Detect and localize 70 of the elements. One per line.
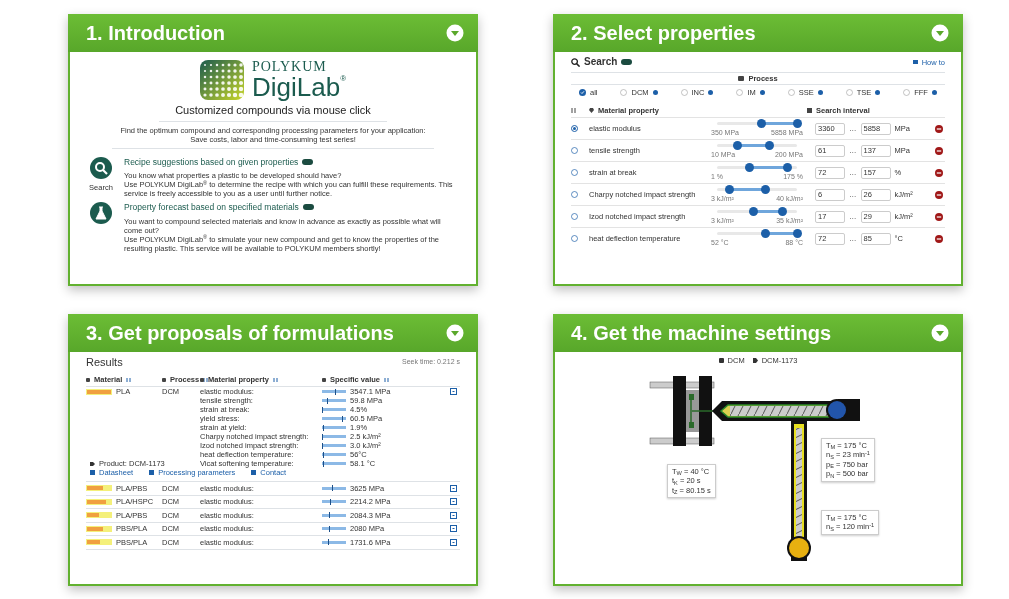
search-icon[interactable] — [90, 157, 112, 180]
expand-icon[interactable] — [450, 538, 457, 546]
slider-thumb[interactable] — [764, 141, 774, 151]
remove-icon[interactable] — [935, 234, 943, 243]
slider-thumb[interactable] — [748, 207, 758, 217]
expand-icon[interactable] — [450, 388, 457, 396]
slider-thumb[interactable] — [792, 119, 802, 129]
tagline: Customized compounds via mouse click — [159, 104, 387, 123]
slider-thumb[interactable] — [724, 185, 734, 195]
sort-icon[interactable] — [203, 377, 210, 382]
info-icon — [931, 90, 937, 95]
results-heading: Results — [86, 356, 123, 370]
radio-button[interactable] — [571, 169, 578, 176]
info-icon — [875, 90, 881, 95]
brand-name: POLYKUM — [251, 60, 328, 74]
info-icon — [708, 90, 714, 95]
radio-button[interactable] — [571, 191, 578, 198]
remove-icon[interactable] — [935, 146, 943, 155]
search-heading: Search — [584, 56, 618, 68]
tag-pill — [621, 59, 633, 65]
tag-icon — [752, 358, 758, 363]
checkbox[interactable] — [903, 89, 911, 96]
chevron-down-icon[interactable] — [931, 324, 949, 342]
info-icon — [652, 90, 658, 95]
slider-thumb[interactable] — [792, 229, 802, 239]
feature-title: Property forecast based on specified materials — [124, 202, 299, 213]
panel-title: 4. Get the machine settings — [571, 321, 832, 346]
product-name: DigiLab — [251, 74, 341, 100]
panel-title: 1. Introduction — [86, 21, 225, 46]
flask-icon[interactable] — [90, 202, 112, 225]
tag-pill — [302, 159, 314, 166]
slider-thumb[interactable] — [778, 207, 788, 217]
checkbox[interactable] — [787, 89, 795, 96]
slider-thumb[interactable] — [732, 141, 742, 151]
checkbox[interactable] — [680, 89, 688, 96]
slider-thumb[interactable] — [782, 163, 792, 173]
info-icon — [817, 90, 823, 95]
feature-title: Recipe suggestions based on given properties — [124, 157, 299, 168]
sort-icon — [571, 108, 577, 113]
expand-icon[interactable] — [450, 498, 457, 506]
tag-icon — [90, 461, 95, 466]
panel-title: 3. Get proposals of formulations — [86, 321, 394, 346]
tag-pill — [302, 204, 314, 211]
expand-icon[interactable] — [450, 511, 457, 519]
expand-icon[interactable] — [450, 484, 457, 492]
checkbox[interactable] — [736, 89, 744, 96]
slider-thumb[interactable] — [760, 229, 770, 239]
slider-thumb[interactable] — [756, 119, 766, 129]
remove-icon[interactable] — [935, 212, 943, 221]
checkbox[interactable] — [579, 89, 586, 96]
chevron-down-icon[interactable] — [446, 24, 464, 42]
logo-drawing — [199, 60, 244, 100]
expand-icon[interactable] — [450, 525, 457, 533]
search-icon — [571, 57, 580, 67]
chevron-down-icon[interactable] — [931, 24, 949, 42]
info-icon — [759, 90, 765, 95]
remove-icon[interactable] — [935, 190, 943, 199]
radio-button[interactable] — [571, 235, 578, 242]
slider-thumb[interactable] — [744, 163, 754, 173]
slider-thumb[interactable] — [760, 185, 770, 195]
checkbox[interactable] — [620, 89, 628, 96]
panel-title: 2. Select properties — [571, 21, 756, 46]
checkbox[interactable] — [845, 89, 853, 96]
registered-mark: ® — [340, 74, 347, 83]
chevron-down-icon[interactable] — [446, 324, 464, 342]
remove-icon[interactable] — [935, 168, 943, 177]
radio-button[interactable] — [571, 125, 578, 132]
remove-icon[interactable] — [935, 124, 943, 133]
radio-button[interactable] — [571, 213, 578, 220]
radio-button[interactable] — [571, 147, 578, 154]
